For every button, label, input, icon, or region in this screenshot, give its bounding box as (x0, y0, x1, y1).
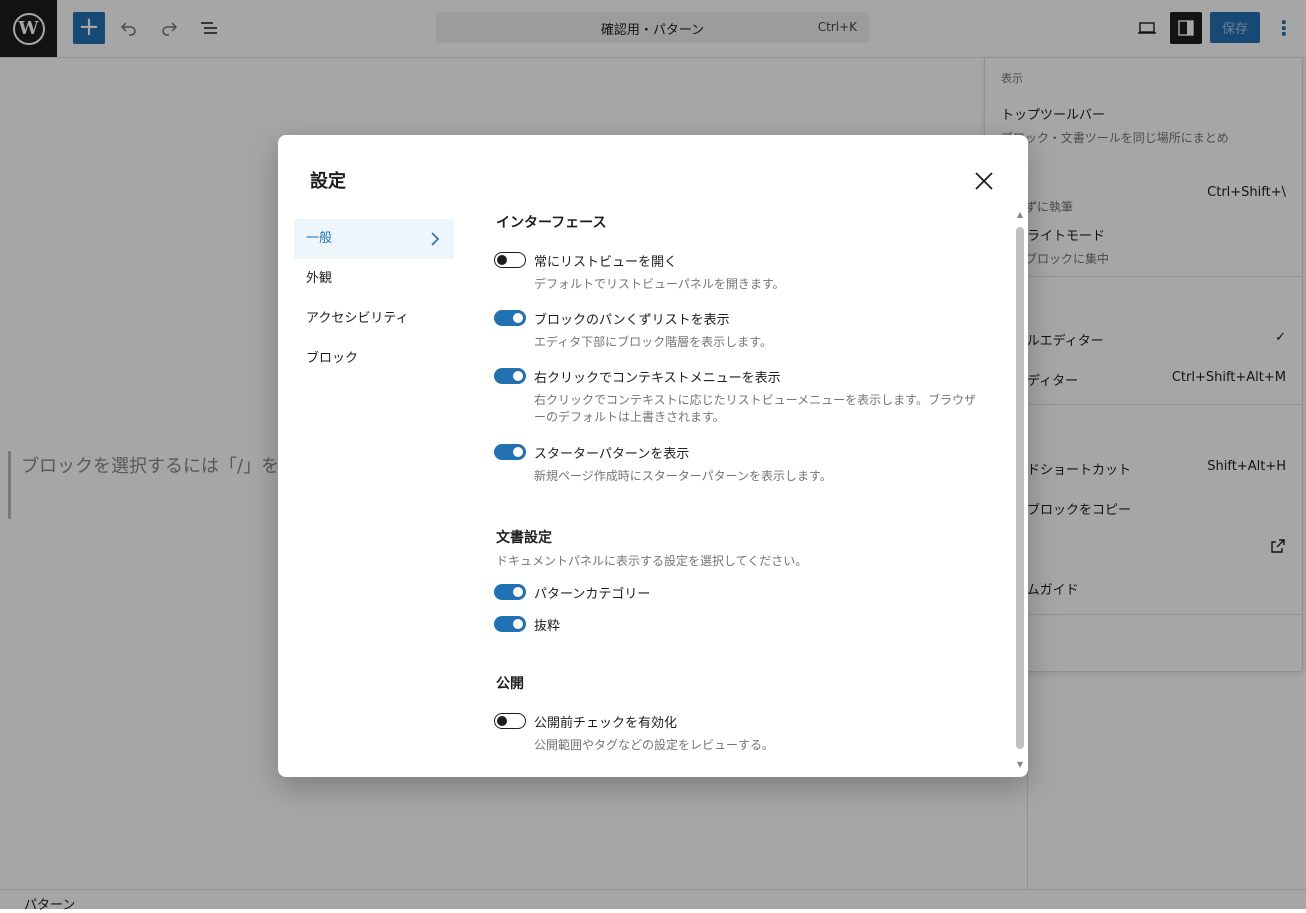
preferences-content: インターフェース 常にリストビューを開く デフォルトでリストビューパネルを開きま… (494, 205, 996, 777)
option-label: 右クリックでコンテキストメニューを表示 (534, 371, 781, 386)
tab-label: 外観 (306, 271, 333, 286)
modal-title: 設定 (310, 171, 346, 192)
chevron-right-icon (430, 219, 440, 259)
option-help: デフォルトでリストビューパネルを開きます。 (534, 277, 785, 291)
option-label: パターンカテゴリー (534, 587, 651, 602)
toggle-switch[interactable] (494, 584, 526, 600)
tab-appearance[interactable]: 外観 (294, 259, 454, 299)
section-desc-document: ドキュメントパネルに表示する設定を選択してください。 (496, 554, 808, 568)
toggle-switch[interactable] (494, 713, 526, 729)
option-help: 新規ページ作成時にスターターパターンを表示します。 (534, 469, 832, 483)
tab-label: 一般 (306, 231, 333, 246)
tab-general[interactable]: 一般 (294, 219, 454, 259)
option-label: 常にリストビューを開く (534, 255, 678, 270)
option-label: 抜粋 (534, 619, 561, 634)
toggle-switch[interactable] (494, 616, 526, 632)
section-title-document: 文書設定 (496, 530, 552, 546)
section-title-interface: インターフェース (496, 215, 607, 231)
close-icon (975, 172, 993, 190)
content-scrollbar[interactable]: ▲ ▼ (1016, 210, 1024, 770)
toggle-switch[interactable] (494, 310, 526, 326)
option-help: エディタ下部にブロック階層を表示します。 (534, 335, 772, 349)
tab-label: ブロック (306, 351, 359, 366)
preferences-modal: 設定 一般 外観 アクセシビリティ ブロック インターフェース 常にリストビュー… (278, 135, 1028, 777)
toggle-switch[interactable] (494, 368, 526, 384)
section-title-publish: 公開 (496, 676, 524, 692)
option-label: 公開前チェックを有効化 (534, 716, 678, 731)
option-help: 右クリックでコンテキストに応じたリストビューメニューを表示します。ブラウザーのデ… (534, 393, 976, 424)
toggle-switch[interactable] (494, 444, 526, 460)
option-help: 公開範囲やタグなどの設定をレビューする。 (534, 738, 775, 752)
scroll-down-arrow-icon[interactable]: ▼ (1016, 760, 1024, 769)
scrollbar-thumb[interactable] (1016, 227, 1024, 749)
scroll-up-arrow-icon[interactable]: ▲ (1016, 210, 1024, 219)
tab-label: アクセシビリティ (306, 311, 409, 326)
tab-accessibility[interactable]: アクセシビリティ (294, 299, 454, 339)
close-button[interactable] (968, 165, 1000, 197)
tab-blocks[interactable]: ブロック (294, 339, 454, 379)
option-label: ブロックのパンくずリストを表示 (534, 313, 730, 328)
option-label: スターターパターンを表示 (534, 447, 690, 462)
preferences-tabs: 一般 外観 アクセシビリティ ブロック (294, 219, 454, 379)
toggle-switch[interactable] (494, 252, 526, 268)
